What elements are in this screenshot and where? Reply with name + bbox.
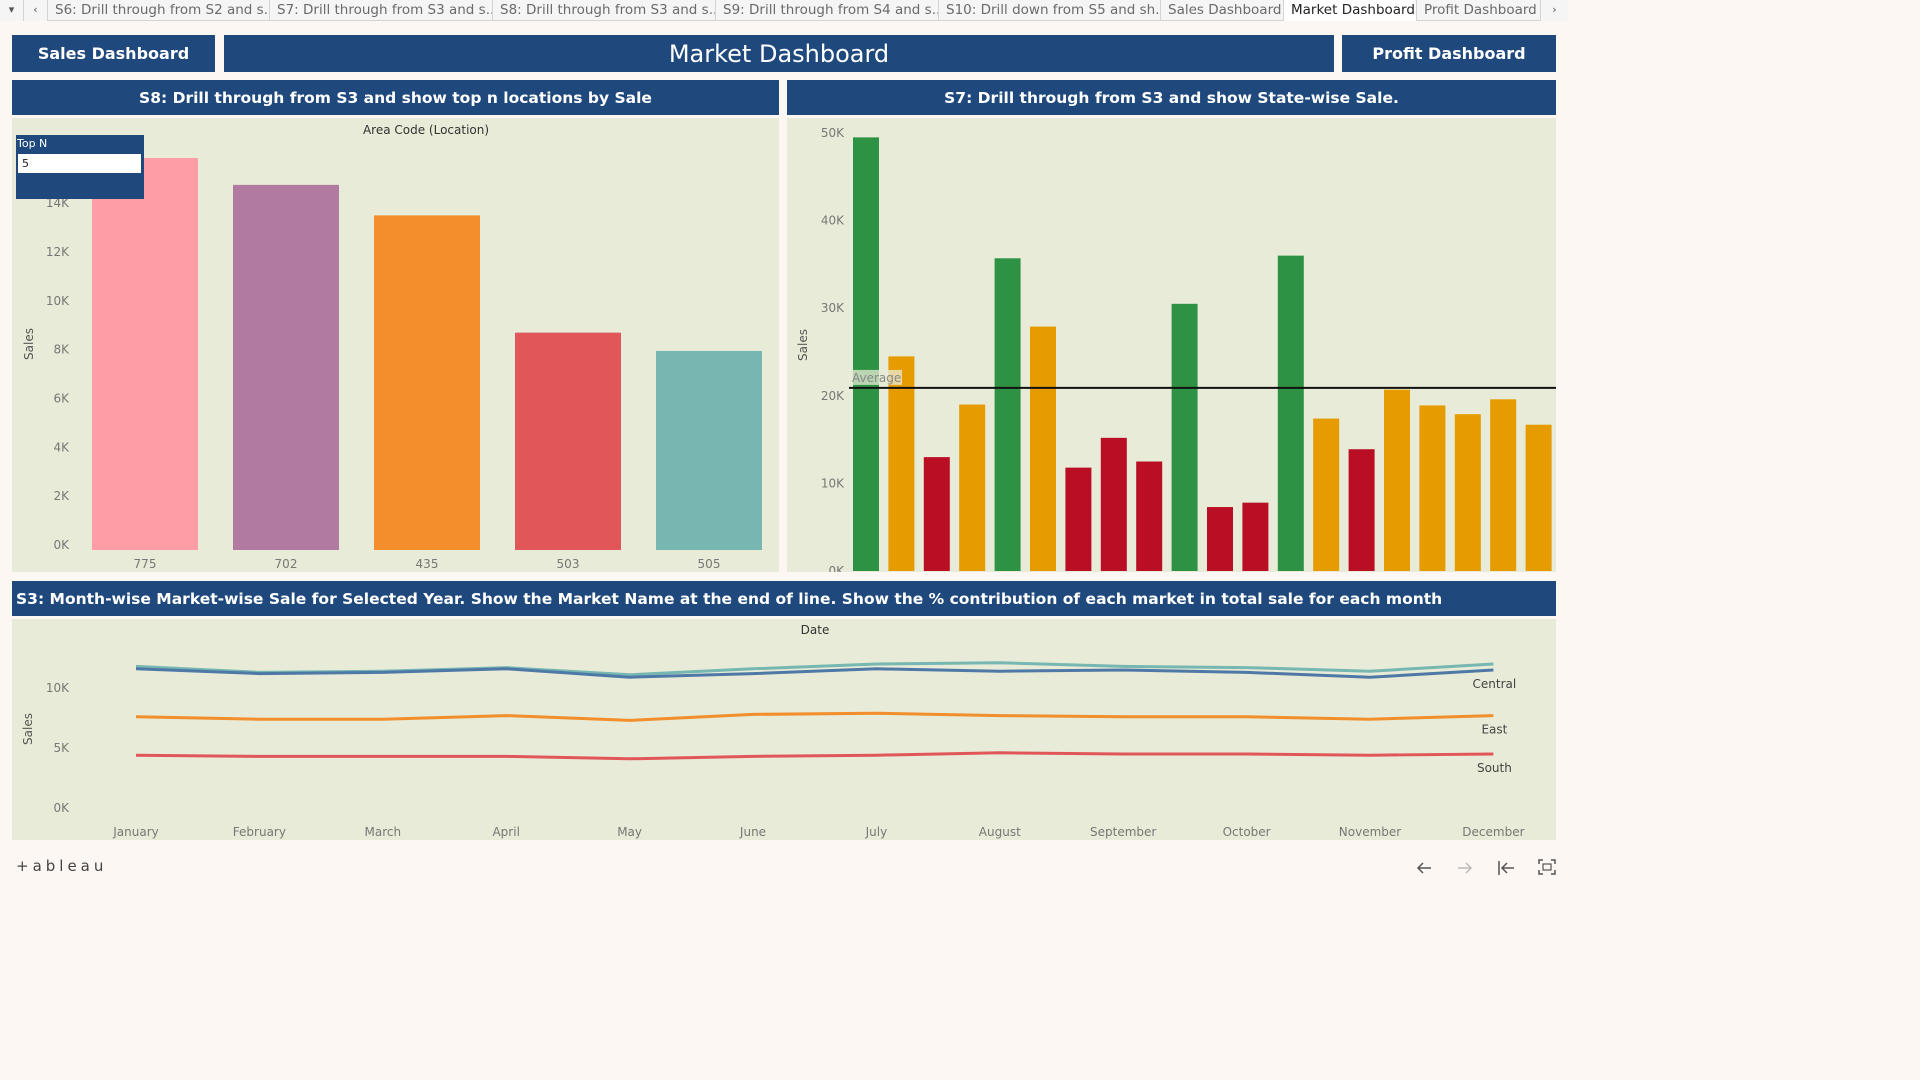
s7-bar-chart: 0K 10K 20K 30K 40K 50K Sales Average [796, 126, 1556, 578]
s8-xtick-label: 702 [275, 557, 298, 571]
s3-line-chart: 0K 5K 10K Sales Date January February March Apri… [21, 623, 1525, 839]
s7-bar [1030, 326, 1056, 571]
s8-yaxis-label: Sales [22, 328, 36, 360]
s3-xtick-label: December [1462, 825, 1524, 839]
s7-bar [1242, 502, 1269, 571]
tab-s8[interactable]: S8: Drill through from S3 and s... [493, 0, 716, 21]
s8-ytick-label: 12K [46, 245, 70, 259]
profit-dashboard-button[interactable]: Profit Dashboard [1342, 35, 1556, 72]
s7-bar [1348, 449, 1375, 571]
s3-panel-title: S3: Month-wise Market-wise Sale for Sele… [12, 581, 1556, 616]
s7-bar [1384, 389, 1410, 571]
s8-ytick-label: 4K [53, 440, 70, 454]
s3-xtick-label: July [865, 825, 888, 839]
s7-bar [1171, 303, 1198, 571]
s8-bar [92, 158, 198, 550]
sales-dashboard-button[interactable]: Sales Dashboard [12, 35, 215, 72]
s7-bar [1207, 507, 1233, 571]
s8-ytick-label: 8K [53, 343, 70, 357]
tab-s6[interactable]: S6: Drill through from S2 and s... [48, 0, 270, 21]
footer-bar: +ableau [0, 852, 1568, 882]
s7-bar [1454, 414, 1481, 571]
s3-xtick-label: November [1339, 825, 1401, 839]
s7-bar [853, 137, 879, 571]
s3-xaxis-title: Date [801, 623, 830, 637]
back-icon[interactable] [1416, 861, 1432, 875]
tab-scroll-right-icon[interactable]: › [1541, 0, 1568, 21]
s8-ytick-label: 2K [53, 489, 70, 503]
s8-bar [515, 332, 621, 550]
s3-series-line [135, 711, 1494, 722]
s7-panel-title: S7: Drill through from S3 and show State… [787, 80, 1556, 115]
s8-xtick-label: 503 [557, 557, 580, 571]
s7-ytick-label: 40K [821, 214, 845, 228]
s7-bar [1419, 405, 1446, 571]
s8-xtick-label: 775 [134, 557, 157, 571]
s3-chart-area: 0K 5K 10K Sales Date January February March Apri… [12, 619, 1556, 840]
s7-bar [1100, 437, 1127, 571]
s7-bar [1525, 424, 1552, 571]
s7-yaxis-label: Sales [796, 329, 810, 361]
top-n-parameter: Top N 5 [16, 135, 144, 199]
s7-bar [1277, 255, 1304, 571]
top-n-input[interactable]: 5 [18, 154, 141, 173]
s7-ytick-label: 10K [821, 476, 845, 490]
s3-xtick-label: June [739, 825, 766, 839]
s7-ytick-label: 20K [821, 389, 845, 403]
s8-bar [233, 184, 339, 551]
s8-bar [374, 215, 480, 550]
s8-xtick-label: 505 [698, 557, 721, 571]
s3-series-line [135, 751, 1494, 761]
s8-ytick-label: 10K [46, 294, 70, 308]
s7-ytick-label: 0K [828, 564, 845, 572]
s3-xtick-label: January [112, 825, 159, 839]
s3-xtick-label: August [979, 825, 1021, 839]
top-n-label: Top N [17, 137, 48, 150]
s3-xtick-label: October [1223, 825, 1271, 839]
first-icon[interactable] [1497, 860, 1515, 876]
tab-s7[interactable]: S7: Drill through from S3 and s... [270, 0, 493, 21]
forward-icon[interactable] [1457, 861, 1473, 875]
s3-xtick-label: May [617, 825, 642, 839]
s8-panel-title: S8: Drill through from S3 and show top n… [12, 80, 779, 115]
s3-series-label: East [1481, 723, 1507, 737]
tab-scroll-left-icon[interactable]: ‹ [24, 0, 48, 21]
s7-ytick-label: 50K [821, 126, 845, 140]
tab-profit-dashboard[interactable]: Profit Dashboard [1417, 0, 1541, 21]
s3-xtick-label: March [365, 825, 402, 839]
s7-bar [1136, 461, 1163, 571]
s7-bar [1490, 399, 1517, 571]
s3-yaxis-label: Sales [21, 713, 35, 745]
page-title: Market Dashboard [224, 35, 1334, 72]
s7-ytick-label: 30K [821, 301, 845, 315]
s3-ytick-label: 0K [53, 801, 70, 815]
tab-s10[interactable]: S10: Drill down from S5 and sh... [939, 0, 1161, 21]
s7-bar [1065, 467, 1092, 571]
sheet-tab-bar: ▾ ‹ S6: Drill through from S2 and s... S… [0, 0, 1568, 21]
tab-dropdown-icon[interactable]: ▾ [0, 0, 24, 21]
tab-market-dashboard[interactable]: Market Dashboard [1284, 0, 1417, 21]
s3-xtick-label: September [1090, 825, 1156, 839]
s3-series-label: South [1477, 761, 1512, 775]
fullscreen-icon[interactable] [1538, 859, 1556, 875]
s8-ytick-label: 6K [53, 391, 70, 405]
s7-bar [1313, 418, 1340, 571]
s7-bar [959, 404, 986, 571]
tab-sales-dashboard[interactable]: Sales Dashboard [1161, 0, 1284, 21]
s3-xtick-label: April [492, 825, 519, 839]
s7-bar [923, 457, 950, 571]
tableau-logo: +ableau [16, 857, 108, 875]
s3-xtick-label: February [233, 825, 286, 839]
s7-average-label: Average [852, 371, 901, 385]
s8-xtick-label: 435 [416, 557, 439, 571]
tab-s9[interactable]: S9: Drill through from S4 and s... [716, 0, 939, 21]
s3-ytick-label: 10K [46, 681, 70, 695]
s8-bar [656, 350, 762, 550]
s8-xaxis-title: Area Code (Location) [363, 123, 489, 137]
s7-bar [994, 258, 1021, 571]
s3-ytick-label: 5K [53, 741, 70, 755]
s3-series-label: Central [1473, 677, 1517, 691]
s7-chart-area: 0K 10K 20K 30K 40K 50K Sales Average [787, 118, 1556, 578]
s8-ytick-label: 0K [53, 538, 70, 552]
